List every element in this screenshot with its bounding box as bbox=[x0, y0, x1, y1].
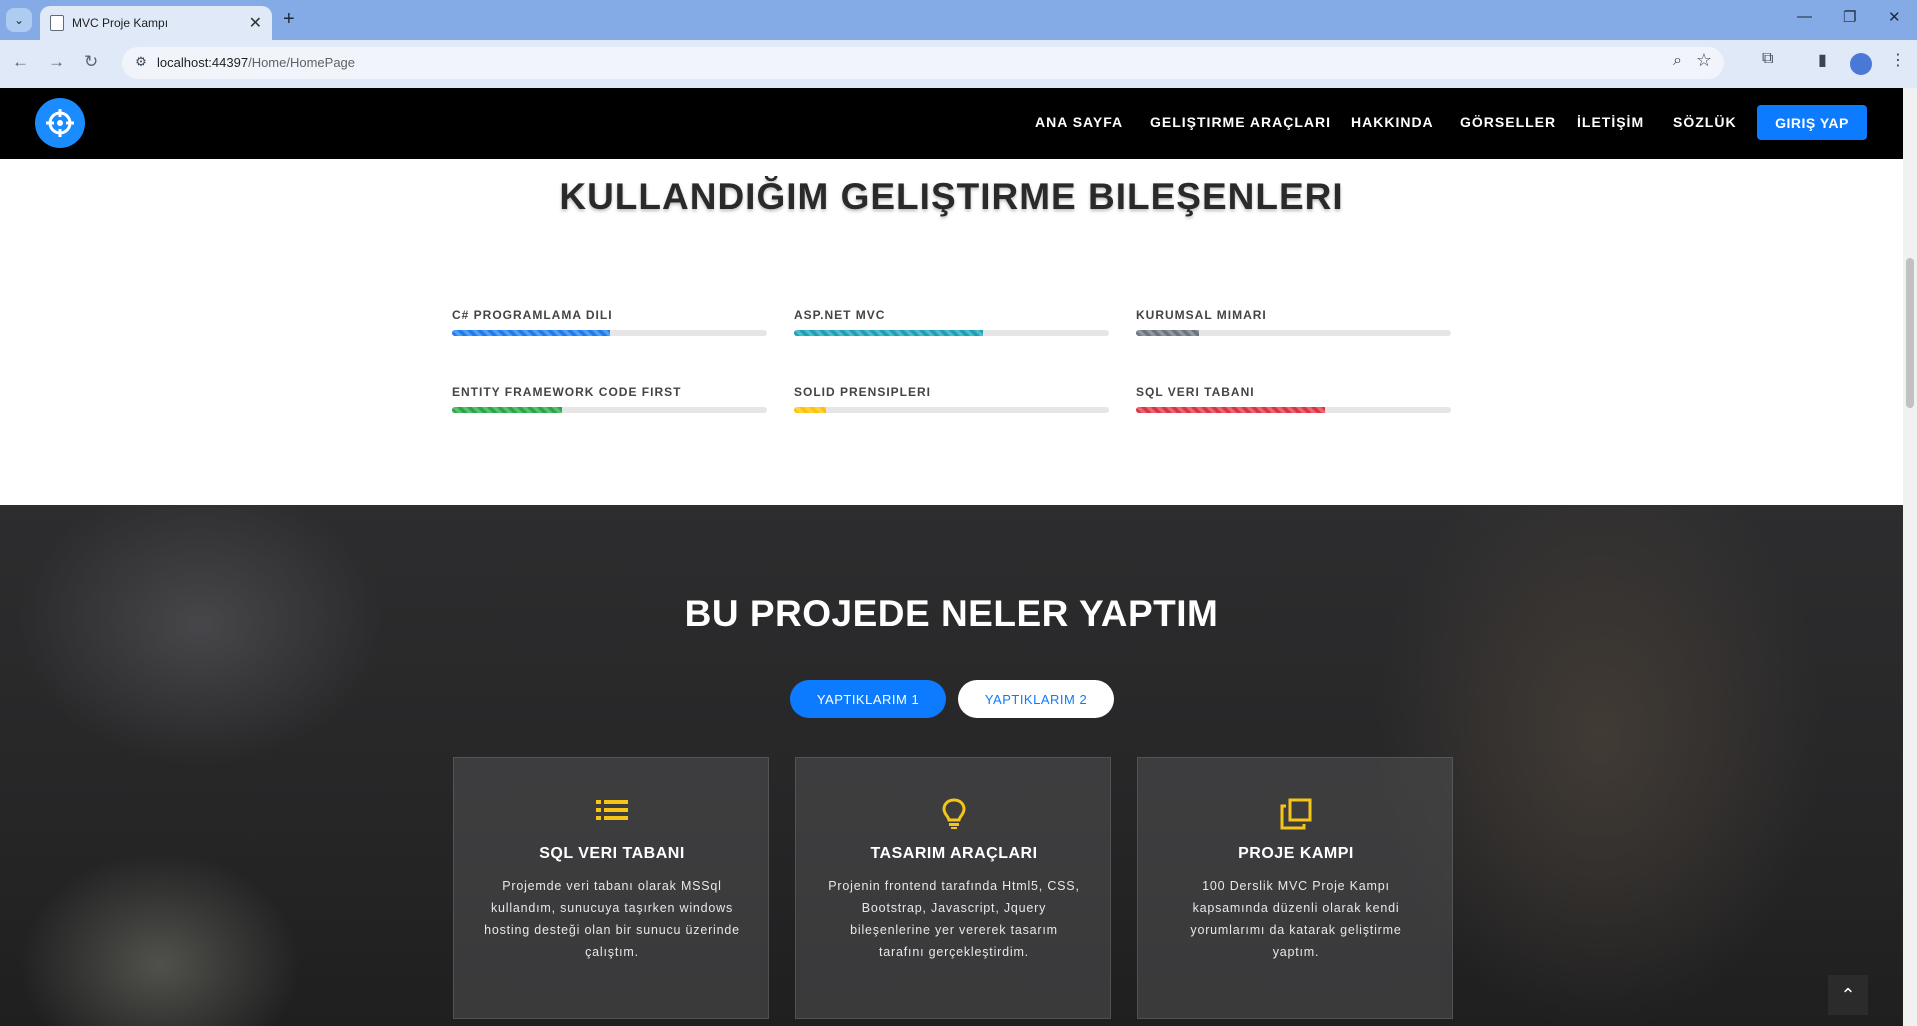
reload-button[interactable]: ↻ bbox=[84, 52, 98, 72]
web-page: ANA SAYFA GELIŞTIRME ARAÇLARI HAKKINDA G… bbox=[0, 88, 1903, 1026]
progress-fill bbox=[1136, 330, 1199, 336]
nav-home[interactable]: ANA SAYFA bbox=[1035, 114, 1123, 130]
skill-bar: SQL VERI TABANI bbox=[1136, 385, 1451, 413]
projects-title: BU PROJEDE NELER YAPTIM bbox=[684, 593, 1219, 634]
skill-bar: ENTITY FRAMEWORK CODE FIRST bbox=[452, 385, 767, 413]
site-logo-icon[interactable] bbox=[35, 98, 85, 148]
progress-track bbox=[1136, 407, 1451, 413]
page-favicon-icon bbox=[50, 15, 64, 31]
menu-icon[interactable]: ⋮ bbox=[1890, 50, 1906, 70]
progress-fill bbox=[452, 330, 610, 336]
nav-about[interactable]: HAKKINDA bbox=[1351, 114, 1434, 130]
window-close-button[interactable]: ✕ bbox=[1888, 8, 1901, 26]
progress-fill bbox=[794, 407, 826, 413]
login-button[interactable]: GIRIŞ YAP bbox=[1757, 105, 1867, 140]
nav-gallery[interactable]: GÖRSELLER bbox=[1460, 114, 1556, 130]
minimize-button[interactable]: — bbox=[1797, 8, 1812, 25]
card-title: PROJE KAMPI bbox=[1238, 845, 1354, 862]
skill-bar: ASP.NET MVC bbox=[794, 308, 1109, 336]
card-title: TASARIM ARAÇLARI bbox=[870, 845, 1038, 862]
profile-avatar[interactable] bbox=[1850, 53, 1872, 75]
card-title: SQL VERI TABANI bbox=[539, 845, 685, 862]
project-card: PROJE KAMPI 100 Derslik MVC Proje Kampı … bbox=[1137, 757, 1453, 1019]
tab-yaptiklarim-2[interactable]: YAPTIKLARIM 2 bbox=[958, 680, 1114, 718]
skill-label: ASP.NET MVC bbox=[794, 308, 886, 322]
nav-dev-tools[interactable]: GELIŞTIRME ARAÇLARI bbox=[1150, 114, 1331, 130]
project-card: SQL VERI TABANI Projemde veri tabanı ola… bbox=[453, 757, 769, 1019]
skill-bar: C# PROGRAMLAMA DILI bbox=[452, 308, 767, 336]
list-icon bbox=[454, 798, 770, 831]
skill-label: C# PROGRAMLAMA DILI bbox=[452, 308, 613, 322]
skill-label: SOLID PRENSIPLERI bbox=[794, 385, 932, 399]
bookmark-star-icon[interactable]: ☆ bbox=[1696, 50, 1712, 71]
tab-yaptiklarim-1[interactable]: YAPTIKLARIM 1 bbox=[790, 680, 946, 718]
url-path: /Home/HomePage bbox=[248, 55, 356, 70]
url-host: localhost:44397 bbox=[157, 55, 249, 70]
tab-close-icon[interactable]: ✕ bbox=[249, 13, 262, 33]
forward-button[interactable]: → bbox=[48, 52, 65, 72]
card-description: 100 Derslik MVC Proje Kampı kapsamında d… bbox=[1190, 879, 1402, 959]
nav-dictionary[interactable]: SÖZLÜK bbox=[1673, 114, 1737, 130]
tab-strip: ⌄ MVC Proje Kampı ✕ + — ❐ ✕ bbox=[0, 0, 1917, 40]
site-header: ANA SAYFA GELIŞTIRME ARAÇLARI HAKKINDA G… bbox=[0, 88, 1903, 159]
progress-track bbox=[794, 407, 1109, 413]
scrollbar-thumb[interactable] bbox=[1906, 258, 1914, 408]
skill-bar: SOLID PRENSIPLERI bbox=[794, 385, 1109, 413]
side-panel-icon[interactable]: ▮ bbox=[1818, 50, 1827, 70]
nav-contact[interactable]: İLETİŞİM bbox=[1577, 114, 1644, 130]
progress-track bbox=[794, 330, 1109, 336]
url-text: localhost:44397/Home/HomePage bbox=[157, 55, 355, 70]
progress-fill bbox=[452, 407, 563, 413]
browser-toolbar: ← → ↻ ⚙ localhost:44397/Home/HomePage ⌕ … bbox=[0, 40, 1917, 88]
extensions-icon[interactable]: ⧉ bbox=[1762, 50, 1773, 68]
progress-track bbox=[452, 330, 767, 336]
lightbulb-icon bbox=[796, 798, 1112, 835]
zoom-icon[interactable]: ⌕ bbox=[1673, 52, 1682, 70]
progress-fill bbox=[1136, 407, 1325, 413]
scroll-to-top-button[interactable]: ⌃ bbox=[1828, 975, 1868, 1015]
progress-track bbox=[1136, 330, 1451, 336]
tab-search-button[interactable]: ⌄ bbox=[6, 8, 32, 32]
skill-bar: KURUMSAL MIMARI bbox=[1136, 308, 1451, 336]
new-tab-button[interactable]: + bbox=[283, 8, 295, 31]
skill-label: ENTITY FRAMEWORK CODE FIRST bbox=[452, 385, 682, 399]
card-description: Projenin frontend tarafında Html5, CSS, … bbox=[828, 879, 1080, 959]
skills-title: KULLANDIĞIM GELIŞTIRME BILEŞENLERI bbox=[559, 176, 1344, 217]
address-bar[interactable]: ⚙ localhost:44397/Home/HomePage ⌕ ☆ bbox=[122, 47, 1724, 79]
skill-label: KURUMSAL MIMARI bbox=[1136, 308, 1267, 322]
browser-tab[interactable]: MVC Proje Kampı ✕ bbox=[40, 6, 272, 40]
card-description: Projemde veri tabanı olarak MSSql kullan… bbox=[484, 879, 740, 959]
project-card: TASARIM ARAÇLARI Projenin frontend taraf… bbox=[795, 757, 1111, 1019]
progress-track bbox=[452, 407, 767, 413]
page-scrollbar[interactable] bbox=[1903, 88, 1917, 1026]
site-info-icon[interactable]: ⚙ bbox=[132, 54, 150, 72]
back-button[interactable]: ← bbox=[12, 52, 29, 72]
copy-icon bbox=[1138, 798, 1454, 835]
progress-fill bbox=[794, 330, 983, 336]
skill-label: SQL VERI TABANI bbox=[1136, 385, 1255, 399]
tab-title: MVC Proje Kampı bbox=[72, 16, 169, 30]
browser-chrome: ⌄ MVC Proje Kampı ✕ + — ❐ ✕ ← → ↻ ⚙ loca… bbox=[0, 0, 1917, 88]
restore-button[interactable]: ❐ bbox=[1843, 8, 1856, 26]
